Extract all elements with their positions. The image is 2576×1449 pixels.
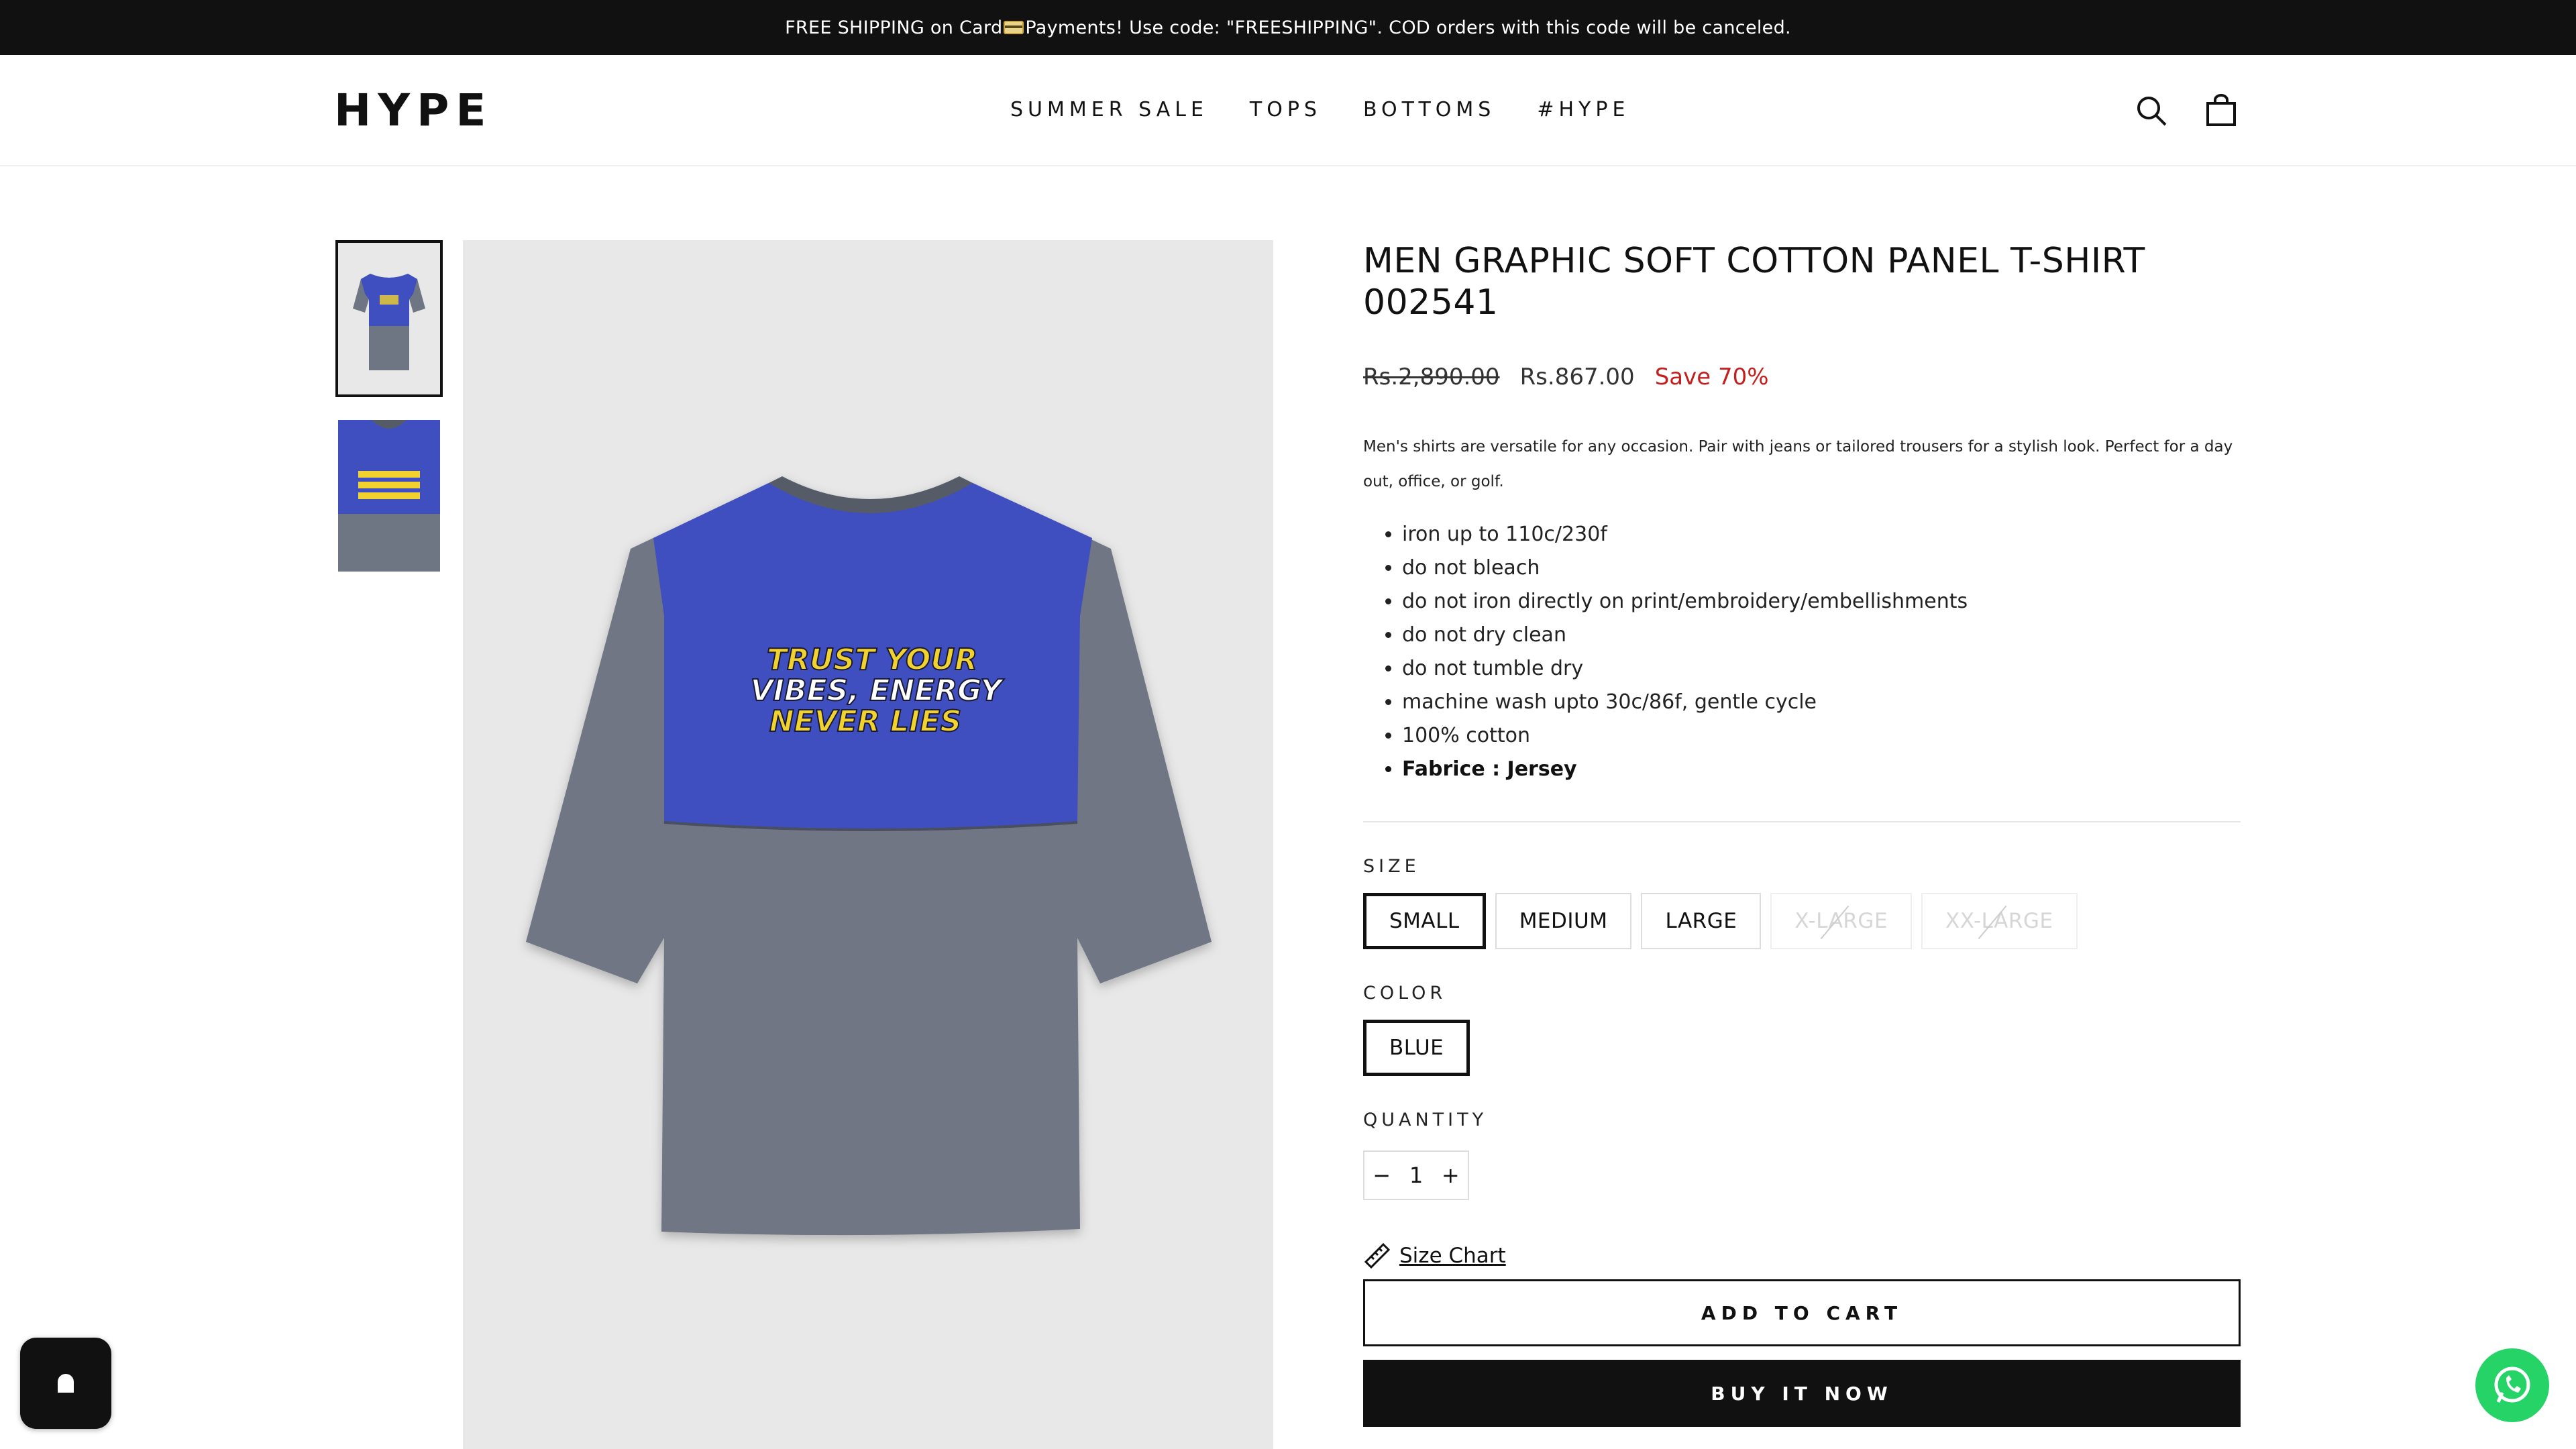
credit-card-icon bbox=[1004, 21, 1024, 34]
price-block: Rs.2,890.00 Rs.867.00 Save 70% bbox=[1363, 364, 2241, 390]
nav-summer-sale[interactable]: SUMMER SALE bbox=[1010, 97, 1208, 123]
chat-bubble-icon bbox=[58, 1374, 74, 1393]
site-header: HYPE SUMMER SALE TOPS BOTTOMS #HYPE bbox=[0, 55, 2576, 166]
whatsapp-button[interactable] bbox=[2475, 1348, 2549, 1422]
care-item: iron up to 110c/230f bbox=[1402, 518, 2241, 551]
ruler-icon bbox=[1364, 1242, 1391, 1269]
divider bbox=[1363, 821, 2241, 822]
sale-price: Rs.867.00 bbox=[1519, 364, 1635, 390]
save-badge: Save 70% bbox=[1654, 364, 1769, 390]
buy-now-button[interactable]: BUY IT NOW bbox=[1363, 1360, 2241, 1427]
size-option-small[interactable]: SMALL bbox=[1363, 893, 1486, 949]
quantity-label: QUANTITY bbox=[1363, 1110, 1488, 1130]
care-item: do not iron directly on print/embroidery… bbox=[1402, 585, 2241, 619]
logo[interactable]: HYPE bbox=[334, 89, 493, 133]
size-option-medium[interactable]: MEDIUM bbox=[1495, 893, 1632, 949]
nav-hype[interactable]: #HYPE bbox=[1537, 97, 1629, 123]
care-list: iron up to 110c/230f do not bleach do no… bbox=[1363, 518, 2241, 786]
quantity-minus-button[interactable]: − bbox=[1364, 1163, 1399, 1188]
main-product-image[interactable]: TRUST YOUR VIBES, ENERGY NEVER LIES bbox=[463, 240, 1273, 1449]
care-item: do not bleach bbox=[1402, 551, 2241, 585]
quantity-input[interactable]: 1 bbox=[1399, 1163, 1433, 1188]
chat-widget-button[interactable] bbox=[20, 1338, 111, 1429]
thumbnail-list bbox=[335, 240, 443, 597]
add-to-cart-button[interactable]: ADD TO CART bbox=[1363, 1279, 2241, 1346]
care-item-fabric: Fabrice : Jersey bbox=[1402, 753, 2241, 786]
search-icon[interactable] bbox=[2135, 94, 2168, 127]
color-options: BLUE bbox=[1363, 1020, 2241, 1076]
bag-icon[interactable] bbox=[2204, 94, 2238, 127]
quantity-stepper: − 1 + bbox=[1363, 1150, 1469, 1200]
thumbnail-detail[interactable] bbox=[338, 420, 440, 572]
announcement-text-after: Payments! Use code: "FREESHIPPING". COD … bbox=[1025, 17, 1791, 38]
care-item: do not tumble dry bbox=[1402, 652, 2241, 686]
size-chart-label[interactable]: Size Chart bbox=[1399, 1244, 1506, 1268]
size-chart-link[interactable]: Size Chart bbox=[1363, 1242, 2241, 1270]
product-info: MEN GRAPHIC SOFT COTTON PANEL T-SHIRT 00… bbox=[1363, 240, 2241, 1427]
announcement-bar: FREE SHIPPING on Card Payments! Use code… bbox=[0, 0, 2576, 55]
original-price: Rs.2,890.00 bbox=[1363, 364, 1500, 390]
thumbnail-front[interactable] bbox=[335, 240, 443, 397]
care-item: do not dry clean bbox=[1402, 619, 2241, 652]
color-option-blue[interactable]: BLUE bbox=[1363, 1020, 1470, 1076]
nav-bottoms[interactable]: BOTTOMS bbox=[1363, 97, 1495, 123]
main-nav: SUMMER SALE TOPS BOTTOMS #HYPE bbox=[1010, 97, 1629, 123]
quantity-plus-button[interactable]: + bbox=[1434, 1163, 1468, 1188]
care-item: 100% cotton bbox=[1402, 719, 2241, 753]
print-line-3: NEVER LIES bbox=[769, 704, 961, 739]
product-title: MEN GRAPHIC SOFT COTTON PANEL T-SHIRT 00… bbox=[1363, 241, 2145, 323]
size-label: SIZE bbox=[1363, 856, 1420, 877]
nav-tops[interactable]: TOPS bbox=[1250, 97, 1322, 123]
size-option-x-large[interactable]: X-LARGE bbox=[1770, 893, 1913, 949]
print-line-1: TRUST YOUR bbox=[767, 643, 977, 677]
whatsapp-icon bbox=[2494, 1366, 2530, 1403]
announcement-text-before: FREE SHIPPING on Card bbox=[785, 17, 1003, 38]
size-option-large[interactable]: LARGE bbox=[1641, 893, 1762, 949]
care-item: machine wash upto 30c/86f, gentle cycle bbox=[1402, 686, 2241, 719]
color-label: COLOR bbox=[1363, 983, 1447, 1004]
product-description: Men's shirts are versatile for any occas… bbox=[1363, 438, 2233, 490]
size-option-xx-large[interactable]: XX-LARGE bbox=[1921, 893, 2078, 949]
print-line-2: VIBES, ENERGY bbox=[751, 674, 1005, 708]
size-options: SMALL MEDIUM LARGE X-LARGE XX-LARGE bbox=[1363, 893, 2241, 949]
